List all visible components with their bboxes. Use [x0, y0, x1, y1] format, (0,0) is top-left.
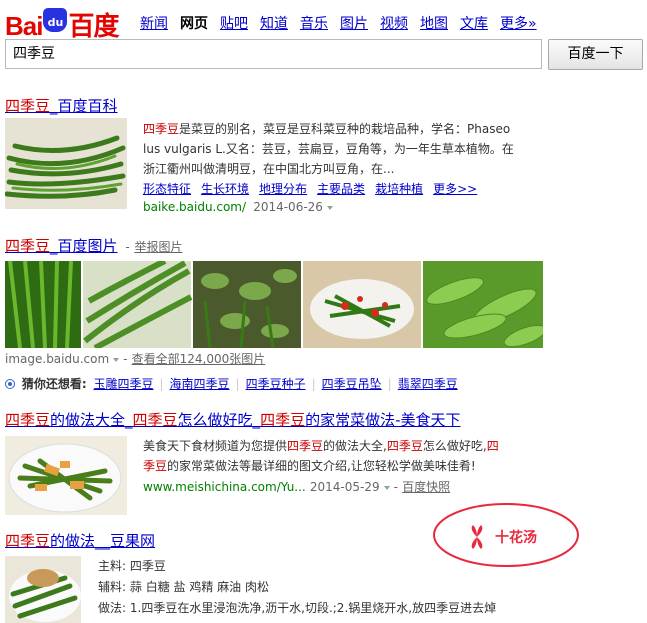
bean-image-5[interactable]	[423, 261, 543, 348]
douguo-dish-thumbnail[interactable]	[5, 556, 81, 623]
dropdown-arrow-icon[interactable]	[383, 485, 390, 490]
nav-item-wrap: 知道	[260, 16, 288, 32]
separator: |	[387, 377, 392, 391]
result-desc-douguo: 主料: 四季豆 辅料: 蒜 白糖 盐 鸡精 麻油 肉松 做法: 1.四季豆在水里…	[98, 559, 497, 615]
top-nav: 新闻 网页 贴吧 知道 音乐 图片 视频 地图 文库 更多»	[140, 13, 549, 33]
nav-item-wrap: 贴吧	[220, 16, 248, 32]
text-segment: 四季豆	[5, 411, 51, 429]
text-segment: 的做法大全,	[323, 439, 387, 453]
baike-section-links: 形态特征 生长环境 地理分布 主要品类 栽培种植 更多>>	[143, 180, 487, 197]
nav-item[interactable]: 更多»	[500, 16, 537, 32]
bean-image-1[interactable]	[5, 261, 81, 348]
related-searches: 猜你还想看: 玉雕四季豆 | 海南四季豆 | 四季豆种子 | 四季豆吊坠 | 翡翠四季豆	[5, 375, 461, 392]
baidu-logo[interactable]: Bai du 百度	[5, 6, 125, 41]
nav-item[interactable]: 网页	[180, 16, 208, 32]
nav-item[interactable]: 新闻	[140, 16, 168, 32]
baike-section-link[interactable]: 形态特征	[143, 182, 191, 196]
green-beans-thumbnail[interactable]	[5, 118, 127, 209]
text-segment: 四季豆	[287, 439, 324, 453]
nav-item-wrap: 图片	[340, 16, 368, 32]
related-search-link[interactable]: 海南四季豆	[170, 377, 230, 391]
image-strip	[5, 261, 543, 348]
text-segment: 季豆	[143, 459, 168, 473]
related-search-link[interactable]: 四季豆种子	[246, 377, 306, 391]
text-segment: 怎么做好吃_	[177, 411, 261, 429]
cooked-beans-thumbnail[interactable]	[5, 436, 127, 515]
nav-item[interactable]: 贴吧	[220, 16, 248, 32]
nav-item[interactable]: 音乐	[300, 16, 328, 32]
baike-section-link[interactable]: 栽培种植	[375, 182, 423, 196]
nav-item-wrap: 网页	[180, 16, 208, 32]
search-button[interactable]: 百度一下	[548, 39, 643, 70]
separator: |	[311, 377, 316, 391]
nav-item-wrap: 地图	[420, 16, 448, 32]
related-search-link[interactable]: 四季豆吊坠	[322, 377, 382, 391]
result-title-link[interactable]: 四季豆的做法大全_四季豆怎么做好吃_四季豆的家常菜做法-美食天下	[5, 411, 461, 429]
result-title-images[interactable]: 四季豆_百度图片 - 举报图片	[5, 235, 182, 256]
result-url-meishi: www.meishichina.com/Yu... 2014-05-29- 百度…	[143, 480, 451, 494]
radio-icon	[5, 379, 15, 389]
result-desc-baike: 四季豆是菜豆的别名，菜豆是豆科菜豆种的栽培品种，学名：Phaseo lus vu…	[143, 122, 514, 176]
related-search-link[interactable]: 玉雕四季豆	[93, 377, 153, 391]
text-segment: 四季豆	[132, 411, 178, 429]
baike-section-link[interactable]: 地理分布	[259, 182, 307, 196]
text-segment: 怎么做好吃,	[422, 439, 487, 453]
result-title-baike[interactable]: 四季豆_百度百科	[5, 95, 118, 116]
cache-link[interactable]: 百度快照	[402, 480, 450, 494]
text-segment: 四季豆	[386, 439, 423, 453]
separator: |	[159, 377, 164, 391]
result-url-baike: baike.baidu.com/ 2014-06-26	[143, 200, 337, 215]
nav-item-wrap: 更多»	[500, 16, 537, 32]
separator: |	[235, 377, 240, 391]
text-segment: 的家常菜做法等最详细的图文介绍,让您轻松学做美味佳肴!	[167, 459, 476, 473]
result-desc-meishi: 美食天下食材频道为您提供四季豆的做法大全,四季豆怎么做好吃,四 季豆的家常菜做法…	[143, 436, 499, 476]
report-image-link[interactable]: 举报图片	[134, 240, 182, 254]
paw-icon: du	[43, 8, 68, 32]
text-segment: 的家常菜做法-美食天下	[305, 411, 461, 429]
watermark-text: 十花汤	[495, 529, 537, 546]
nav-item[interactable]: 地图	[420, 16, 448, 32]
nav-item-wrap: 新闻	[140, 16, 168, 32]
nav-item[interactable]: 视频	[380, 16, 408, 32]
nav-item[interactable]: 知道	[260, 16, 288, 32]
dropdown-arrow-icon[interactable]	[326, 205, 333, 210]
text-segment: 四	[486, 439, 499, 453]
nav-item-wrap: 音乐	[300, 16, 328, 32]
bean-image-3[interactable]	[193, 261, 301, 348]
baike-section-link[interactable]: 生长环境	[201, 182, 249, 196]
bean-image-2[interactable]	[83, 261, 193, 348]
nav-item[interactable]: 文库	[460, 16, 488, 32]
bean-image-4[interactable]	[303, 261, 421, 348]
text-segment: 的做法大全_	[50, 411, 133, 429]
nav-item-wrap: 视频	[380, 16, 408, 32]
result-title-douguo[interactable]: 四季豆的做法__豆果网	[5, 530, 155, 551]
logo-text-bai: Bai	[5, 11, 43, 41]
nav-item[interactable]: 图片	[340, 16, 368, 32]
result-url-images: image.baidu.com - 查看全部124,000张图片	[5, 352, 266, 366]
result-title-meishi[interactable]: 四季豆的做法大全_四季豆怎么做好吃_四季豆的家常菜做法-美食天下	[5, 409, 461, 430]
baike-section-link[interactable]: 更多>>	[433, 182, 477, 196]
view-all-images-link[interactable]: 查看全部124,000张图片	[132, 352, 266, 366]
text-segment: 四季豆	[260, 411, 306, 429]
nav-item-wrap: 文库	[460, 16, 488, 32]
baike-section-link[interactable]: 主要品类	[317, 182, 365, 196]
dropdown-arrow-icon[interactable]	[113, 357, 120, 362]
logo-text-baidu: 百度	[68, 11, 119, 41]
text-segment: 美食天下食材频道为您提供	[143, 439, 288, 453]
search-input[interactable]: 四季豆	[5, 39, 542, 69]
related-search-link[interactable]: 翡翠四季豆	[398, 377, 458, 391]
